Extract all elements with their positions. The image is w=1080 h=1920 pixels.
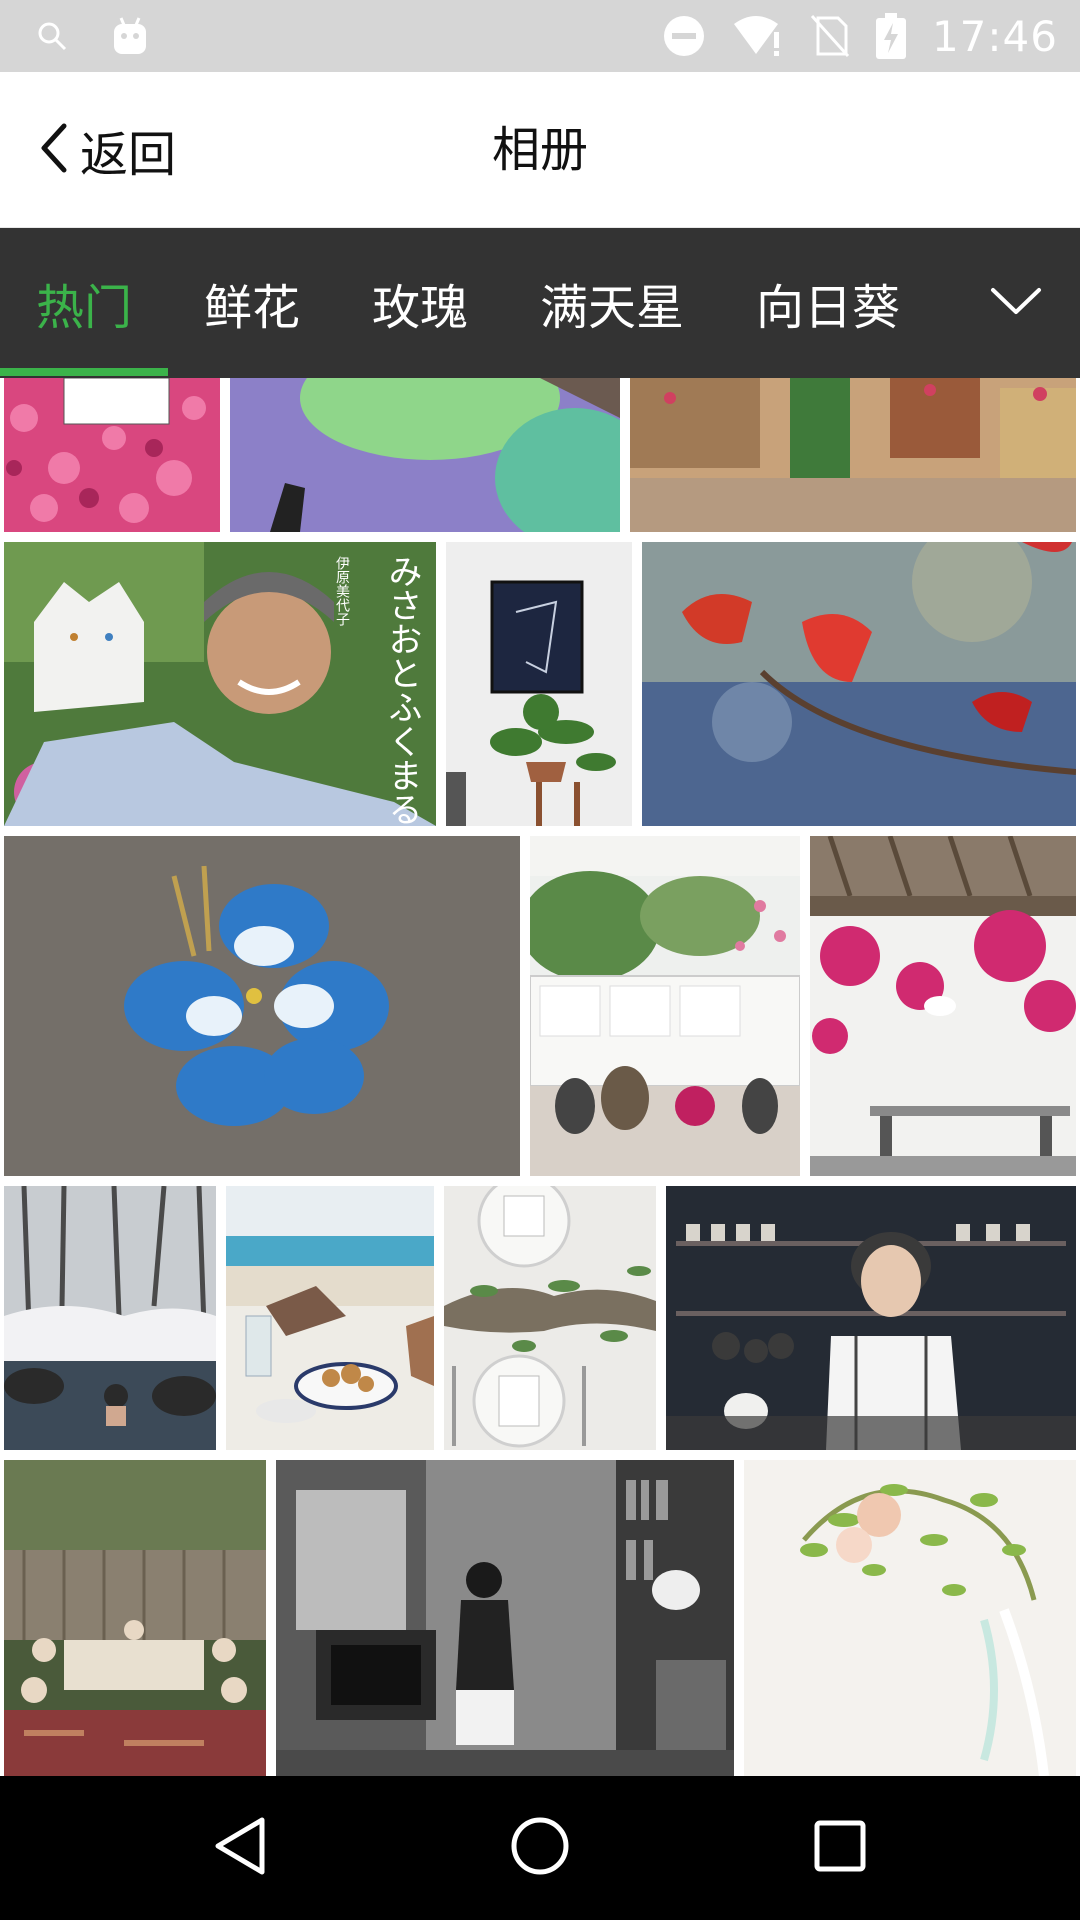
photo-lotus-leaves[interactable] xyxy=(230,378,620,532)
nav-recents-button[interactable] xyxy=(760,1776,920,1920)
photo-white-sofa-patio[interactable] xyxy=(530,836,800,1176)
recents-square-icon xyxy=(813,1819,867,1877)
android-icon xyxy=(112,16,148,56)
photo-village-street[interactable] xyxy=(630,378,1076,532)
home-circle-icon xyxy=(510,1816,570,1880)
photo-album-screen: 17:46 返回 相册 热门 鲜花 玫瑰 满天星 向日葵 みさおとふくまる 伊原… xyxy=(0,0,1080,1920)
photo-table-setting-greenery[interactable] xyxy=(444,1186,656,1450)
status-time: 17:46 xyxy=(931,11,1058,61)
wifi-alert-icon xyxy=(732,14,784,58)
photo-snowy-hot-spring[interactable] xyxy=(4,1186,216,1450)
tab-roses[interactable]: 玫瑰 xyxy=(372,228,468,378)
book-cover-author: 伊原美代子 xyxy=(334,556,350,626)
photo-outdoor-dinner-party[interactable] xyxy=(4,1460,266,1776)
app-bar: 返回 相册 xyxy=(0,72,1080,228)
category-tab-bar: 热门 鲜花 玫瑰 满天星 向日葵 xyxy=(0,228,1080,378)
photo-beach-picnic[interactable] xyxy=(226,1186,434,1450)
tab-more-button[interactable] xyxy=(976,228,1056,378)
photo-flower-wreath[interactable] xyxy=(744,1460,1076,1776)
system-navigation-bar xyxy=(0,1776,1080,1920)
nav-home-button[interactable] xyxy=(460,1776,620,1920)
no-sim-icon xyxy=(810,14,850,58)
book-cover-title: みさおとふくまる xyxy=(382,554,422,826)
do-not-disturb-icon xyxy=(662,14,706,58)
photo-bougainvillea-terrace[interactable] xyxy=(810,836,1076,1176)
back-triangle-icon xyxy=(212,1816,268,1880)
photo-pink-petals[interactable] xyxy=(4,378,220,532)
nav-back-button[interactable] xyxy=(160,1776,320,1920)
chevron-down-icon xyxy=(989,286,1043,320)
battery-charging-icon xyxy=(875,13,906,59)
photo-red-blossom[interactable] xyxy=(642,542,1076,826)
photo-woman-in-kitchen[interactable] xyxy=(666,1186,1076,1450)
tab-flowers[interactable]: 鲜花 xyxy=(204,228,300,378)
tab-babys-breath[interactable]: 满天星 xyxy=(540,228,684,378)
photo-black-and-white-interior[interactable] xyxy=(276,1460,734,1776)
photo-grid: みさおとふくまる 伊原美代子 xyxy=(0,378,1080,1776)
status-bar: 17:46 xyxy=(0,0,1080,72)
active-tab-indicator xyxy=(0,368,168,376)
photo-plant-and-frame[interactable] xyxy=(446,542,632,826)
tab-sunflowers[interactable]: 向日葵 xyxy=(756,228,900,378)
tab-hot[interactable]: 热门 xyxy=(36,228,132,378)
photo-grandma-and-cat-book-cover[interactable]: みさおとふくまる 伊原美代子 xyxy=(4,542,436,826)
search-icon xyxy=(36,20,68,52)
photo-blue-flower-hairpin[interactable] xyxy=(4,836,520,1176)
page-title: 相册 xyxy=(491,122,588,178)
